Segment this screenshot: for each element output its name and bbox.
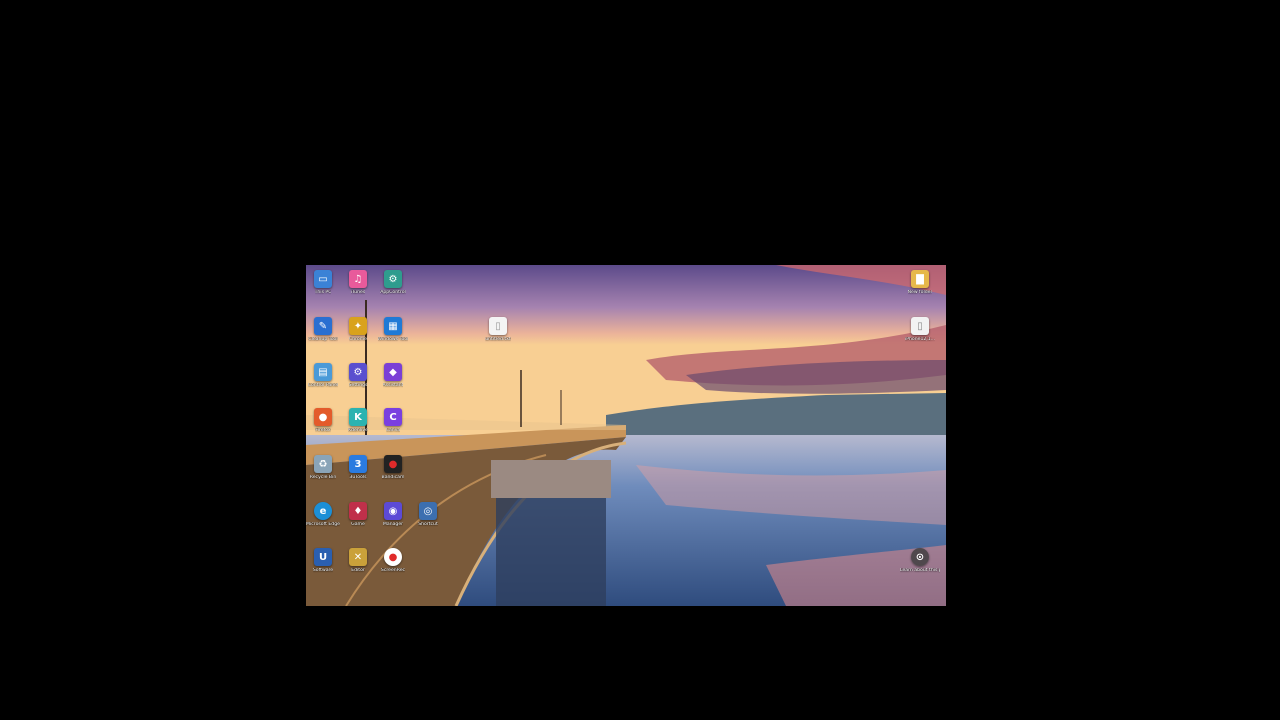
cleanup-tool-icon[interactable]: ✎ Cleanup Tool: [306, 317, 340, 342]
icon-label: Learn about this picture: [900, 568, 940, 573]
software-icon[interactable]: U Software: [306, 548, 340, 573]
screenrec-icon[interactable]: ● ScreenRec: [376, 548, 410, 573]
iphone-file-icon[interactable]: ▯ iPhone12,1...: [903, 317, 937, 342]
bandicam-icon-glyph: ●: [384, 455, 402, 473]
this-pc-icon[interactable]: ▭ This PC: [306, 270, 340, 295]
software-icon-glyph: U: [314, 548, 332, 566]
canva-icon[interactable]: C Canva: [376, 408, 410, 433]
settings-icon[interactable]: ⚙ Settings: [341, 363, 375, 388]
icon-label: Game: [351, 522, 365, 527]
icon-label: Software: [312, 568, 334, 573]
text-file-icon-glyph: ▯: [489, 317, 507, 335]
control-panel-icon[interactable]: ▤ Control Panel: [306, 363, 340, 388]
edge-icon[interactable]: e Microsoft Edge: [306, 502, 340, 527]
assistant-icon[interactable]: ◆ Assistant: [376, 363, 410, 388]
icon-label: Manager: [382, 522, 404, 527]
icon-label: Bandicam: [381, 475, 405, 480]
icon-label: iTunes: [350, 290, 366, 295]
shortcut-icon-glyph: ◎: [419, 502, 437, 520]
editor-icon[interactable]: ✕ Editor: [341, 548, 375, 573]
firefox-icon[interactable]: ● Firefox: [306, 408, 340, 433]
edge-icon-glyph: e: [314, 502, 332, 520]
folder-icon: ▇: [911, 270, 929, 288]
icon-label: 3uTools: [349, 475, 367, 480]
icon-label: Shortcut: [418, 522, 438, 527]
icon-label: This PC: [314, 290, 332, 295]
icon-label: New folder: [907, 290, 933, 295]
learn-about-picture-icon[interactable]: ⊙ Learn about this picture: [900, 548, 940, 573]
cleanup-tool-icon-glyph: ✎: [314, 317, 332, 335]
recycle-bin-icon[interactable]: ♻ Recycle Bin: [306, 455, 340, 480]
itunes-icon[interactable]: ♫ iTunes: [341, 270, 375, 295]
windows-tool-icon-glyph: ▦: [384, 317, 402, 335]
text-file-icon[interactable]: ▯ untitled.txt: [481, 317, 515, 342]
icon-label: Recycle Bin: [309, 475, 337, 480]
this-pc-icon-glyph: ▭: [314, 270, 332, 288]
shortcut-icon[interactable]: ◎ Shortcut: [411, 502, 445, 527]
canva-icon-glyph: C: [384, 408, 402, 426]
new-folder-icon[interactable]: ▇ New folder: [903, 270, 937, 295]
icon-label: AppControl: [380, 290, 406, 295]
editor-icon-glyph: ✕: [349, 548, 367, 566]
manager-icon[interactable]: ◉ Manager: [376, 502, 410, 527]
chrome-icon[interactable]: ✦ Chrome: [341, 317, 375, 342]
itunes-icon-glyph: ♫: [349, 270, 367, 288]
3utools-icon-glyph: 3: [349, 455, 367, 473]
icon-label: Firefox: [315, 428, 331, 433]
icon-label: ScreenRec: [380, 568, 406, 573]
assistant-icon-glyph: ◆: [384, 363, 402, 381]
recycle-bin-icon-glyph: ♻: [314, 455, 332, 473]
icon-label: Cleanup Tool: [308, 337, 338, 342]
screenrec-icon-glyph: ●: [384, 548, 402, 566]
kdenlive-icon[interactable]: K Kdenlive: [341, 408, 375, 433]
app-control-icon-glyph: ⚙: [384, 270, 402, 288]
firefox-icon-glyph: ●: [314, 408, 332, 426]
windows-tool-icon[interactable]: ▦ Windows Tool: [376, 317, 410, 342]
desktop: ▭ This PC ♫ iTunes ⚙ AppControl ✎ Cleanu…: [306, 265, 946, 606]
icon-label: Chrome: [348, 337, 368, 342]
3utools-icon[interactable]: 3 3uTools: [341, 455, 375, 480]
icon-label: Canva: [385, 428, 401, 433]
settings-icon-glyph: ⚙: [349, 363, 367, 381]
camera-icon: ⊙: [911, 548, 929, 566]
game-icon[interactable]: ♦ Game: [341, 502, 375, 527]
icon-label: Microsoft Edge: [306, 522, 340, 527]
icon-label: Windows Tool: [377, 337, 409, 342]
icon-label: Settings: [348, 383, 368, 388]
chrome-icon-glyph: ✦: [349, 317, 367, 335]
bandicam-icon[interactable]: ● Bandicam: [376, 455, 410, 480]
icon-label: Assistant: [382, 383, 404, 388]
icon-label: iPhone12,1...: [904, 337, 936, 342]
icon-label: untitled.txt: [485, 337, 511, 342]
kdenlive-icon-glyph: K: [349, 408, 367, 426]
app-control-icon[interactable]: ⚙ AppControl: [376, 270, 410, 295]
icon-label: Control Panel: [307, 383, 339, 388]
control-panel-icon-glyph: ▤: [314, 363, 332, 381]
file-icon: ▯: [911, 317, 929, 335]
icon-label: Editor: [351, 568, 365, 573]
icon-label: Kdenlive: [348, 428, 368, 433]
manager-icon-glyph: ◉: [384, 502, 402, 520]
game-icon-glyph: ♦: [349, 502, 367, 520]
